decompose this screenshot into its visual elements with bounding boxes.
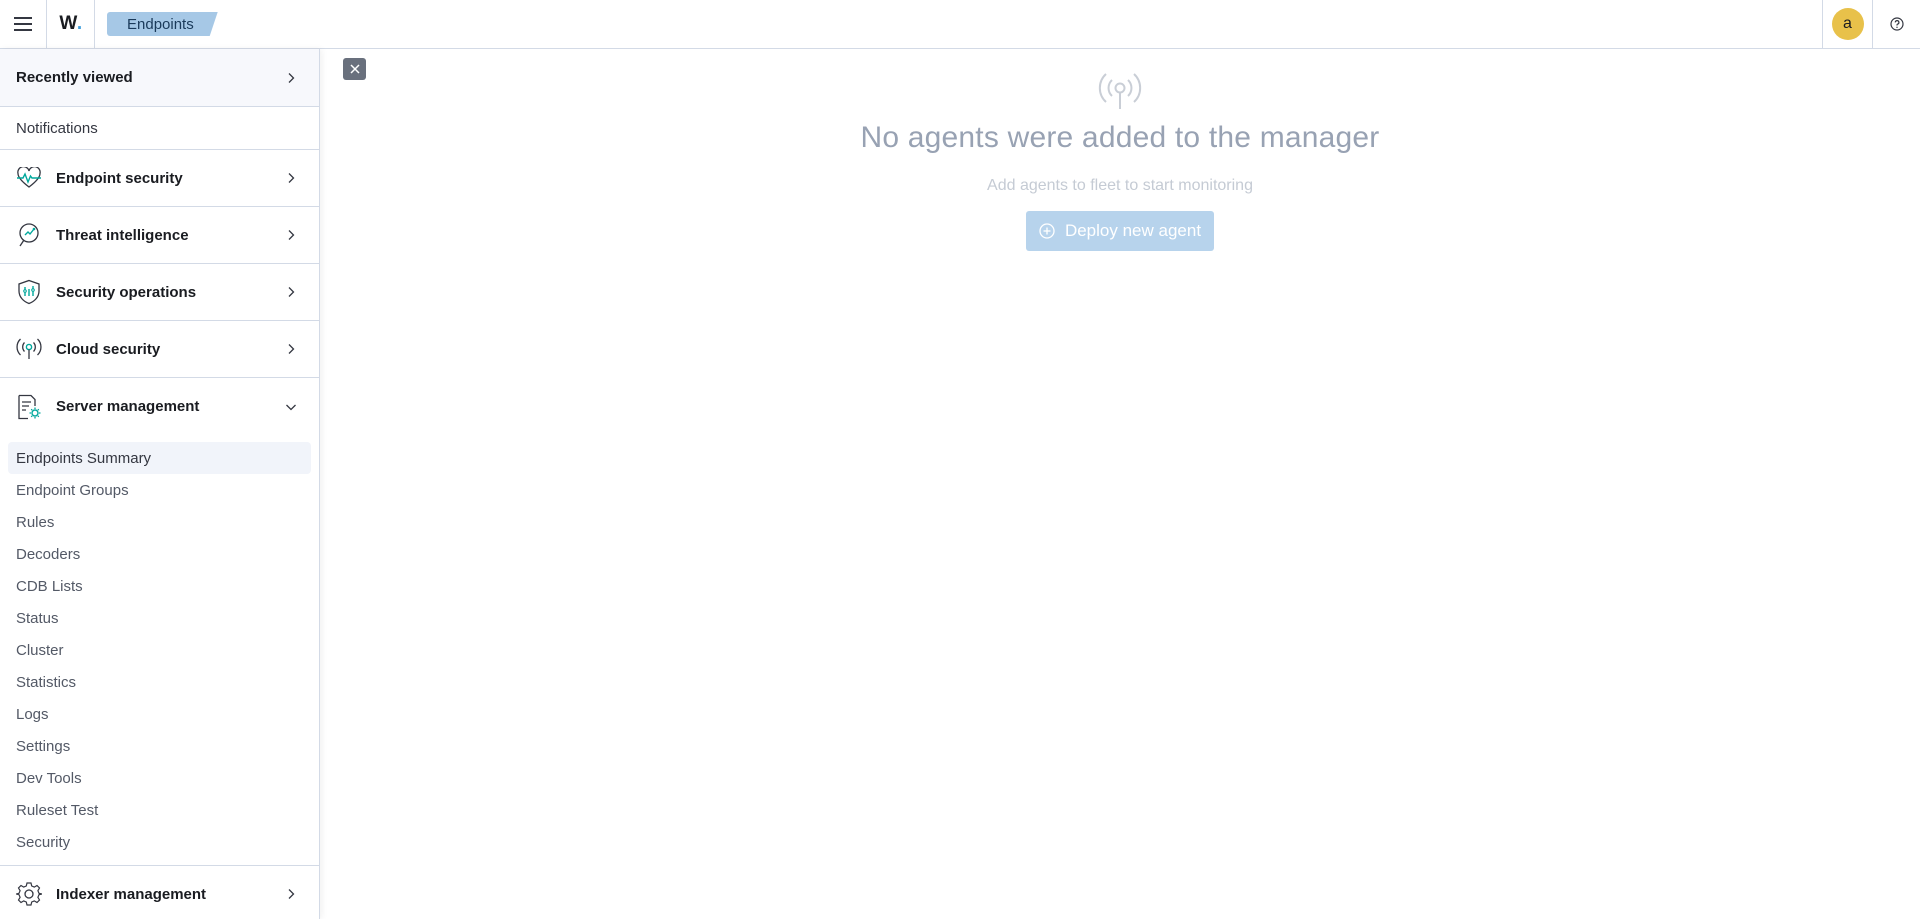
empty-state-subtitle: Add agents to fleet to start monitoring xyxy=(987,177,1253,194)
chevron-right-icon xyxy=(288,173,295,183)
nav-recently-viewed-label: Recently viewed xyxy=(16,69,133,86)
nav-item-cdb-lists[interactable]: CDB Lists xyxy=(8,570,311,602)
breadcrumb-endpoints[interactable]: Endpoints xyxy=(107,12,218,36)
nav-item-cluster[interactable]: Cluster xyxy=(8,634,311,666)
close-icon xyxy=(349,64,360,74)
server-settings-icon xyxy=(16,394,42,420)
side-navigation: Recently viewed Notifications Endpoint s… xyxy=(0,49,320,919)
plus-circle-icon xyxy=(1039,223,1055,239)
nav-item-endpoint-groups[interactable]: Endpoint Groups xyxy=(8,474,311,506)
chevron-right-icon xyxy=(288,72,295,83)
broadcast-icon xyxy=(16,336,42,362)
logo-dot: . xyxy=(76,13,82,34)
main-content: No agents were added to the manager Add … xyxy=(320,49,1920,919)
server-management-list: Endpoints Summary Endpoint Groups Rules … xyxy=(0,435,319,866)
chevron-down-icon xyxy=(286,404,296,410)
empty-state: No agents were added to the manager Add … xyxy=(320,71,1920,251)
gear-icon xyxy=(16,881,42,907)
nav-item-ruleset-test[interactable]: Ruleset Test xyxy=(8,794,311,826)
nav-item-settings[interactable]: Settings xyxy=(8,730,311,762)
nav-indexer-management[interactable]: Indexer management xyxy=(0,866,319,919)
threat-intel-icon xyxy=(16,222,42,248)
nav-endpoint-security-label: Endpoint security xyxy=(56,169,183,187)
heartbeat-icon xyxy=(16,165,42,191)
chevron-right-icon xyxy=(288,230,295,240)
deploy-button-label: Deploy new agent xyxy=(1064,221,1202,240)
broadcast-icon xyxy=(1098,73,1142,109)
chevron-right-icon xyxy=(288,344,295,354)
hamburger-icon xyxy=(14,17,32,31)
chevron-right-icon xyxy=(288,287,295,297)
nav-item-statistics[interactable]: Statistics xyxy=(8,666,311,698)
close-nav-button[interactable] xyxy=(343,58,366,80)
app-logo[interactable]: W. xyxy=(47,0,95,48)
help-icon xyxy=(1889,17,1904,31)
empty-state-title: No agents were added to the manager xyxy=(860,121,1380,154)
avatar-container: a xyxy=(1822,0,1872,48)
nav-threat-intelligence-label: Threat intelligence xyxy=(56,226,189,244)
nav-item-logs[interactable]: Logs xyxy=(8,698,311,730)
nav-security-operations[interactable]: Security operations xyxy=(0,264,319,321)
nav-item-status[interactable]: Status xyxy=(8,602,311,634)
nav-recently-viewed[interactable]: Recently viewed xyxy=(0,49,319,107)
nav-indexer-management-label: Indexer management xyxy=(56,885,207,903)
nav-server-management-label: Server management xyxy=(56,398,200,415)
header-actions: a xyxy=(1822,0,1920,48)
nav-item-dev-tools[interactable]: Dev Tools xyxy=(8,762,311,794)
top-header: W. Endpoints a xyxy=(0,0,1920,49)
user-avatar[interactable]: a xyxy=(1831,8,1864,40)
nav-endpoint-security[interactable]: Endpoint security xyxy=(0,150,319,207)
help-button[interactable] xyxy=(1872,0,1920,48)
nav-cloud-security-label: Cloud security xyxy=(56,340,161,358)
nav-threat-intelligence[interactable]: Threat intelligence xyxy=(0,207,319,264)
nav-item-rules[interactable]: Rules xyxy=(8,506,311,538)
chevron-right-icon xyxy=(288,889,295,899)
nav-item-decoders[interactable]: Decoders xyxy=(8,538,311,570)
nav-security-operations-label: Security operations xyxy=(56,283,197,301)
nav-item-security[interactable]: Security xyxy=(8,826,311,858)
deploy-new-agent-button[interactable]: Deploy new agent xyxy=(1025,211,1215,251)
menu-toggle-button[interactable] xyxy=(0,0,47,48)
nav-cloud-security[interactable]: Cloud security xyxy=(0,321,319,378)
shield-icon xyxy=(16,279,42,305)
nav-notifications[interactable]: Notifications xyxy=(0,107,319,150)
nav-server-management[interactable]: Server management xyxy=(0,378,319,435)
nav-item-endpoints-summary[interactable]: Endpoints Summary xyxy=(8,442,311,474)
logo-text: W xyxy=(59,13,77,34)
